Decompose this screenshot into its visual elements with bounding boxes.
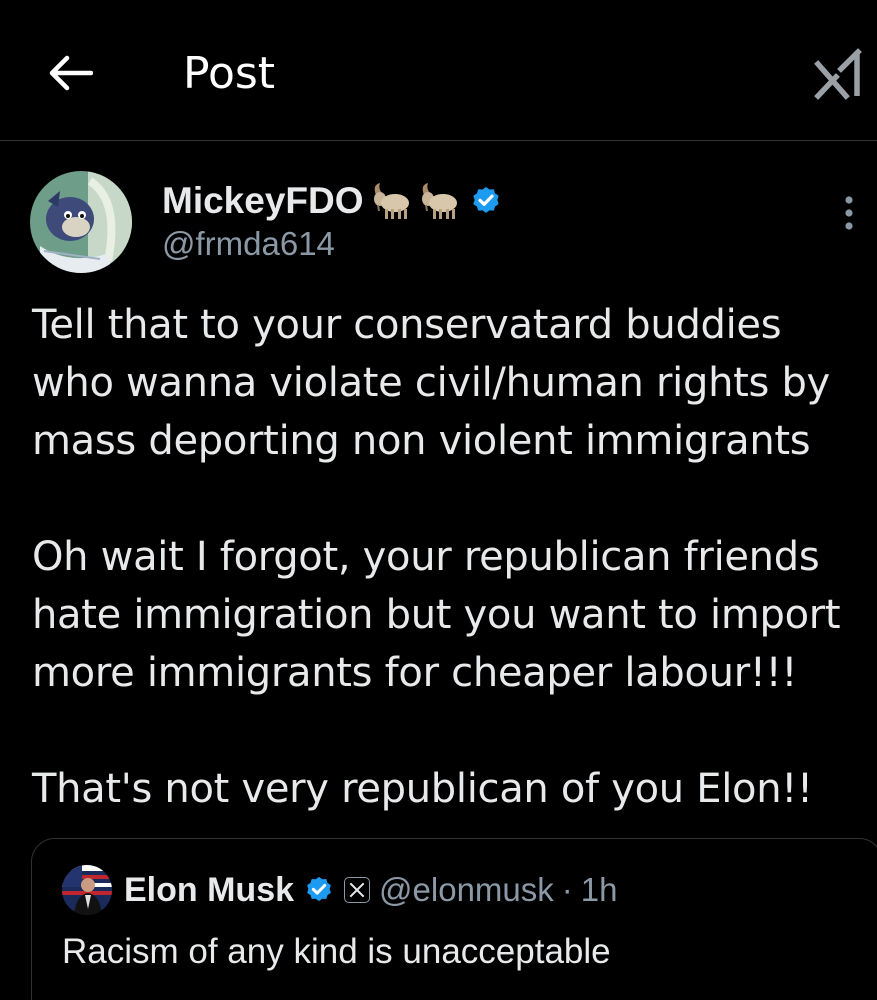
quoted-author-handle: @elonmusk	[379, 871, 554, 908]
page-title: Post	[183, 48, 276, 99]
back-button[interactable]	[40, 45, 100, 101]
quoted-post-time: 1h	[580, 871, 618, 908]
quoted-post-header: Elon Musk @elonmusk · 1h	[124, 865, 617, 915]
author-display-name[interactable]: MickeyFDO	[162, 180, 364, 222]
grok-icon	[814, 48, 862, 100]
post-screen: Post MickeyFDO @frmda614 Tell that to yo…	[0, 0, 877, 1000]
x-logo-icon	[349, 882, 365, 898]
quoted-post-text: Racism of any kind is unacceptable	[62, 932, 611, 971]
avatar-image	[30, 171, 132, 273]
quoted-post-card[interactable]: Elon Musk @elonmusk · 1h Racism of any k…	[31, 838, 877, 1000]
separator-dot: ·	[561, 871, 573, 908]
author-avatar[interactable]	[30, 171, 132, 273]
post-paragraph: That's not very republican of you Elon!!	[32, 766, 813, 812]
quoted-author-avatar	[62, 865, 112, 915]
verified-badge-icon	[472, 187, 499, 213]
author-name-row: MickeyFDO	[162, 176, 502, 226]
goat-icon	[373, 183, 409, 219]
post-text: Tell that to your conservatard buddies w…	[32, 296, 877, 818]
x-affiliation-badge-icon	[344, 877, 371, 903]
post-paragraph: Tell that to your conservatard buddies w…	[32, 302, 830, 464]
more-vertical-icon	[845, 196, 853, 230]
more-options-button[interactable]	[829, 190, 869, 236]
quoted-author-name: Elon Musk	[124, 870, 295, 909]
avatar-image	[62, 865, 112, 915]
post-paragraph: Oh wait I forgot, your republican friend…	[32, 534, 841, 696]
goat-icon	[421, 183, 457, 219]
grok-button[interactable]	[809, 40, 871, 106]
arrow-left-icon	[49, 55, 93, 91]
verified-badge-icon	[307, 876, 331, 902]
top-app-bar: Post	[0, 0, 877, 141]
author-handle[interactable]: @frmda614	[162, 225, 335, 263]
